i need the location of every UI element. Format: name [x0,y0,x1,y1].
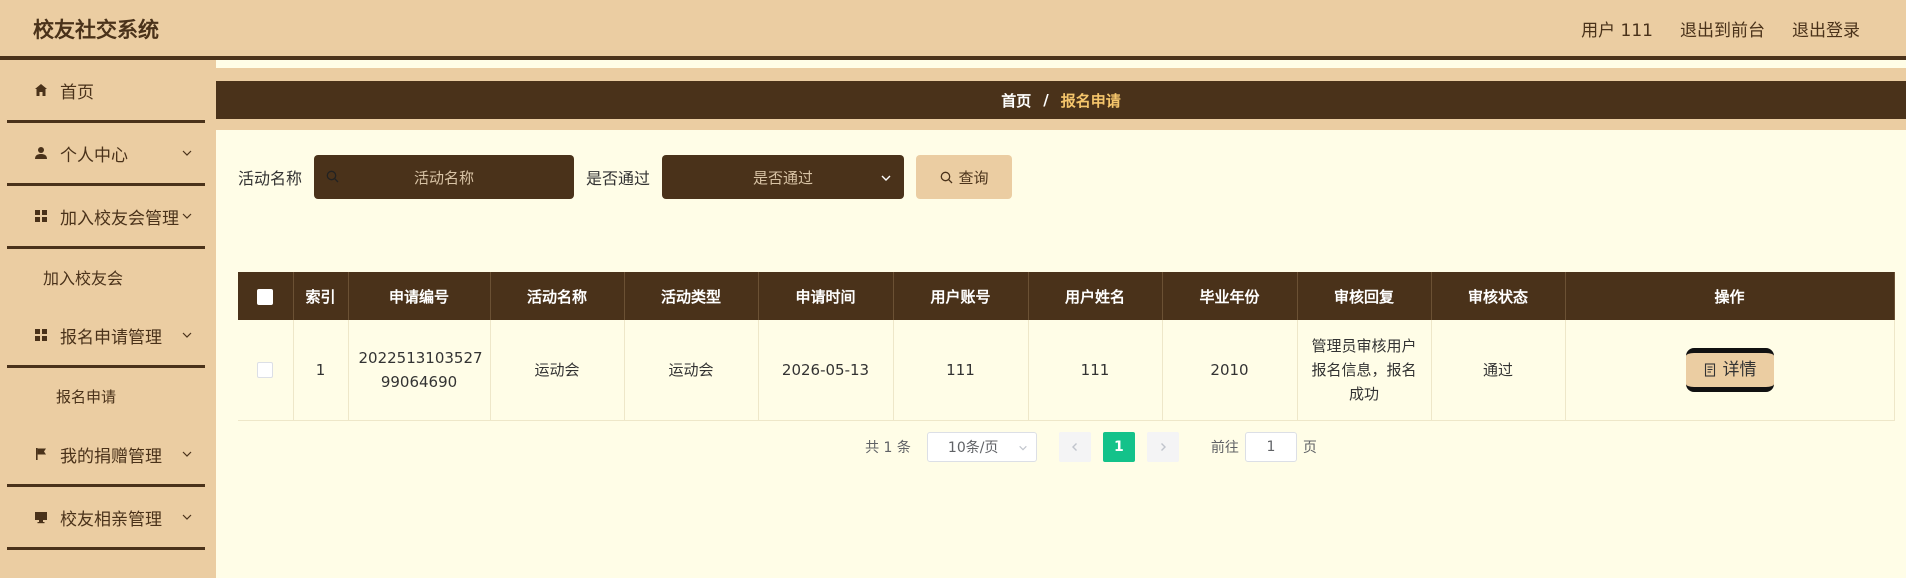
sidebar-item-label: 校友相亲管理 [60,509,162,530]
document-icon [1704,363,1715,377]
breadcrumb-wrapper: 首页 / 报名申请 [216,68,1906,130]
table-row: 1 2022513103527 99064690 运动会 运动会 2026-05… [238,320,1895,421]
column-header: 毕业年份 [1162,272,1298,320]
breadcrumb-separator: / [1043,91,1049,109]
sidebar-item-label: 首页 [60,82,94,103]
search-form: 活动名称 活动名称 是否通过 是否通过 查询 [238,155,1013,199]
column-header: 申请时间 [758,272,894,320]
column-header: 审核回复 [1297,272,1432,320]
prev-page-button[interactable] [1058,432,1091,462]
cell-status: 通过 [1431,320,1566,421]
goto-label: 前往 [1210,440,1239,456]
main-content: 首页 / 报名申请 活动名称 活动名称 是否通过 是否通过 查询 索引 申请编号… [216,60,1906,578]
search-icon [326,170,339,183]
cell-reply: 管理员审核用户报名信息，报名成功 [1297,320,1432,421]
page-size-value: 10条/页 [947,440,999,456]
sidebar-subitem-signup[interactable]: 报名申请 [0,368,216,424]
select-all-checkbox[interactable] [257,288,274,305]
home-icon [34,83,48,97]
table-header-row: 索引 申请编号 活动名称 活动类型 申请时间 用户账号 用户姓名 毕业年份 审核… [238,272,1895,320]
column-header: 审核状态 [1431,272,1566,320]
sidebar-item-home[interactable]: 首页 [7,60,205,123]
sidebar-subitem-join-alumni[interactable]: 加入校友会 [0,249,216,305]
search-icon [940,171,952,183]
page-suffix: 页 [1302,440,1317,456]
detail-button[interactable]: 详情 [1685,347,1774,392]
exit-to-front-link[interactable]: 退出到前台 [1680,16,1765,41]
cell-activity-name: 运动会 [490,320,625,421]
user-icon [34,146,48,160]
chevron-down-icon [182,213,192,219]
breadcrumb-current: 报名申请 [1060,91,1121,110]
pass-label: 是否通过 [586,169,651,188]
cell-action: 详情 [1565,320,1895,421]
pagination: 共 1 条 10条/页 1 前往 1 页 [216,432,1906,462]
header-links: 用户 111 退出到前台 退出登录 [1581,16,1860,41]
row-checkbox[interactable] [257,362,274,379]
cell-grad-year: 2010 [1162,320,1298,421]
chevron-down-icon [182,451,192,457]
sidebar-item-label: 报名申请管理 [60,327,162,348]
chevron-down-icon [182,514,192,520]
pass-select[interactable]: 是否通过 [662,155,905,199]
sidebar-item-signup-management[interactable]: 报名申请管理 [7,305,205,368]
cell-apply-no: 2022513103527 99064690 [348,320,491,421]
chevron-down-icon [182,332,192,338]
sidebar-item-alumni-join[interactable]: 加入校友会管理 [7,186,205,249]
logout-link[interactable]: 退出登录 [1792,16,1860,41]
breadcrumb: 首页 / 报名申请 [216,81,1906,119]
pass-select-placeholder: 是否通过 [753,168,814,187]
query-button-label: 查询 [958,168,989,187]
sidebar-item-label: 个人中心 [60,145,128,166]
page-number-button[interactable]: 1 [1102,432,1135,462]
chevron-left-icon [1071,443,1077,451]
select-all-cell[interactable] [238,272,294,320]
goto-page-input[interactable]: 1 [1244,432,1297,462]
cell-activity-type: 运动会 [624,320,759,421]
column-header: 用户姓名 [1028,272,1163,320]
chevron-down-icon [1019,445,1027,451]
activity-name-placeholder: 活动名称 [414,168,475,187]
signup-table: 索引 申请编号 活动名称 活动类型 申请时间 用户账号 用户姓名 毕业年份 审核… [238,272,1895,421]
column-header: 操作 [1565,272,1895,320]
column-header: 活动名称 [490,272,625,320]
cell-name: 111 [1028,320,1163,421]
sidebar-item-personal-center[interactable]: 个人中心 [7,123,205,186]
sidebar-item-label: 加入校友会管理 [60,208,179,229]
chevron-right-icon [1160,443,1166,451]
sidebar-item-dating[interactable]: 校友相亲管理 [7,487,205,550]
column-header: 申请编号 [348,272,491,320]
sidebar: 首页 个人中心 加入校友会管理 加入校友会 报名申请管理 报名申请 我的捐赠管理 [0,60,216,578]
activity-name-label: 活动名称 [238,169,303,188]
breadcrumb-home[interactable]: 首页 [1001,90,1031,111]
activity-name-input[interactable]: 活动名称 [314,155,575,199]
page-size-select[interactable]: 10条/页 [926,432,1037,462]
chevron-down-icon [881,175,891,181]
row-select-cell[interactable] [238,320,294,421]
cell-apply-time: 2026-05-13 [758,320,894,421]
monitor-icon [34,510,48,524]
user-name-link[interactable]: 用户 111 [1581,16,1653,41]
pagination-total: 共 1 条 [865,440,911,456]
column-header: 索引 [293,272,349,320]
grid-icon [34,328,48,342]
sidebar-item-label: 我的捐赠管理 [60,446,162,467]
flag-icon [34,447,48,461]
detail-button-label: 详情 [1722,359,1757,380]
grid-icon [34,209,48,223]
cell-account: 111 [893,320,1029,421]
column-header: 用户账号 [893,272,1029,320]
column-header: 活动类型 [624,272,759,320]
chevron-down-icon [182,150,192,156]
next-page-button[interactable] [1146,432,1179,462]
query-button[interactable]: 查询 [916,155,1013,199]
top-header: 校友社交系统 用户 111 退出到前台 退出登录 [0,0,1906,60]
app-title: 校友社交系统 [33,18,159,42]
sidebar-item-donation[interactable]: 我的捐赠管理 [7,424,205,487]
cell-index: 1 [293,320,349,421]
